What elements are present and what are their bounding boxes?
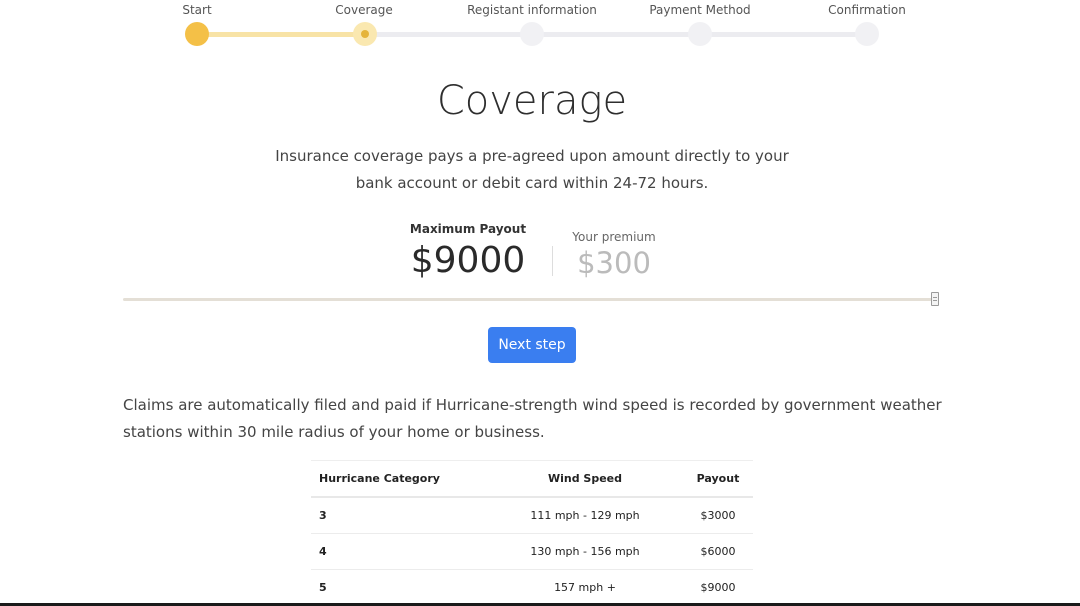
claims-description: Claims are automatically filed and paid … [123, 396, 942, 441]
table-row: 3 111 mph - 129 mph $3000 [311, 497, 753, 534]
step-label-registrant-information: Registant information [467, 3, 597, 17]
step-dot-payment-method [688, 22, 712, 46]
stepper-progress-fill [197, 32, 365, 37]
header-wind-speed: Wind Speed [487, 460, 683, 498]
header-payout: Payout [683, 460, 753, 498]
coverage-description: Insurance coverage pays a pre-agreed upo… [275, 147, 789, 192]
step-dot-registrant-information [520, 22, 544, 46]
payout-slider-handle[interactable] [931, 292, 939, 306]
category-cell: 3 [311, 497, 487, 534]
step-dot-coverage[interactable] [353, 22, 377, 46]
payout-slider-track[interactable] [123, 298, 936, 301]
step-label-coverage: Coverage [335, 3, 393, 17]
step-dot-start[interactable] [185, 22, 209, 46]
premium-value: $300 [577, 246, 651, 280]
premium-label: Your premium [572, 230, 656, 244]
page-title: Coverage [436, 78, 628, 124]
payout-cell: $9000 [683, 569, 753, 606]
step-label-start: Start [182, 3, 212, 17]
category-cell: 4 [311, 533, 487, 570]
next-step-button[interactable]: Next step [488, 327, 576, 363]
table-row: 4 130 mph - 156 mph $6000 [311, 533, 753, 570]
hurricane-payout-table: Hurricane Category Wind Speed Payout 3 1… [311, 460, 753, 606]
wind-speed-cell: 130 mph - 156 mph [487, 533, 683, 570]
step-dot-confirmation [855, 22, 879, 46]
table-row: 5 157 mph + $9000 [311, 569, 753, 606]
payout-cell: $3000 [683, 497, 753, 534]
header-hurricane-category: Hurricane Category [311, 460, 487, 498]
max-payout-value: $9000 [410, 240, 526, 281]
payout-divider [552, 246, 553, 276]
step-label-confirmation: Confirmation [828, 3, 906, 17]
category-cell: 5 [311, 569, 487, 606]
max-payout-label: Maximum Payout [409, 222, 527, 236]
wind-speed-cell: 157 mph + [487, 569, 683, 606]
progress-stepper: Start Coverage Registant information Pay… [0, 0, 1080, 50]
wind-speed-cell: 111 mph - 129 mph [487, 497, 683, 534]
coverage-page: Start Coverage Registant information Pay… [0, 0, 1080, 606]
step-label-payment-method: Payment Method [649, 3, 751, 17]
table-header-row: Hurricane Category Wind Speed Payout [311, 460, 753, 498]
payout-cell: $6000 [683, 533, 753, 570]
